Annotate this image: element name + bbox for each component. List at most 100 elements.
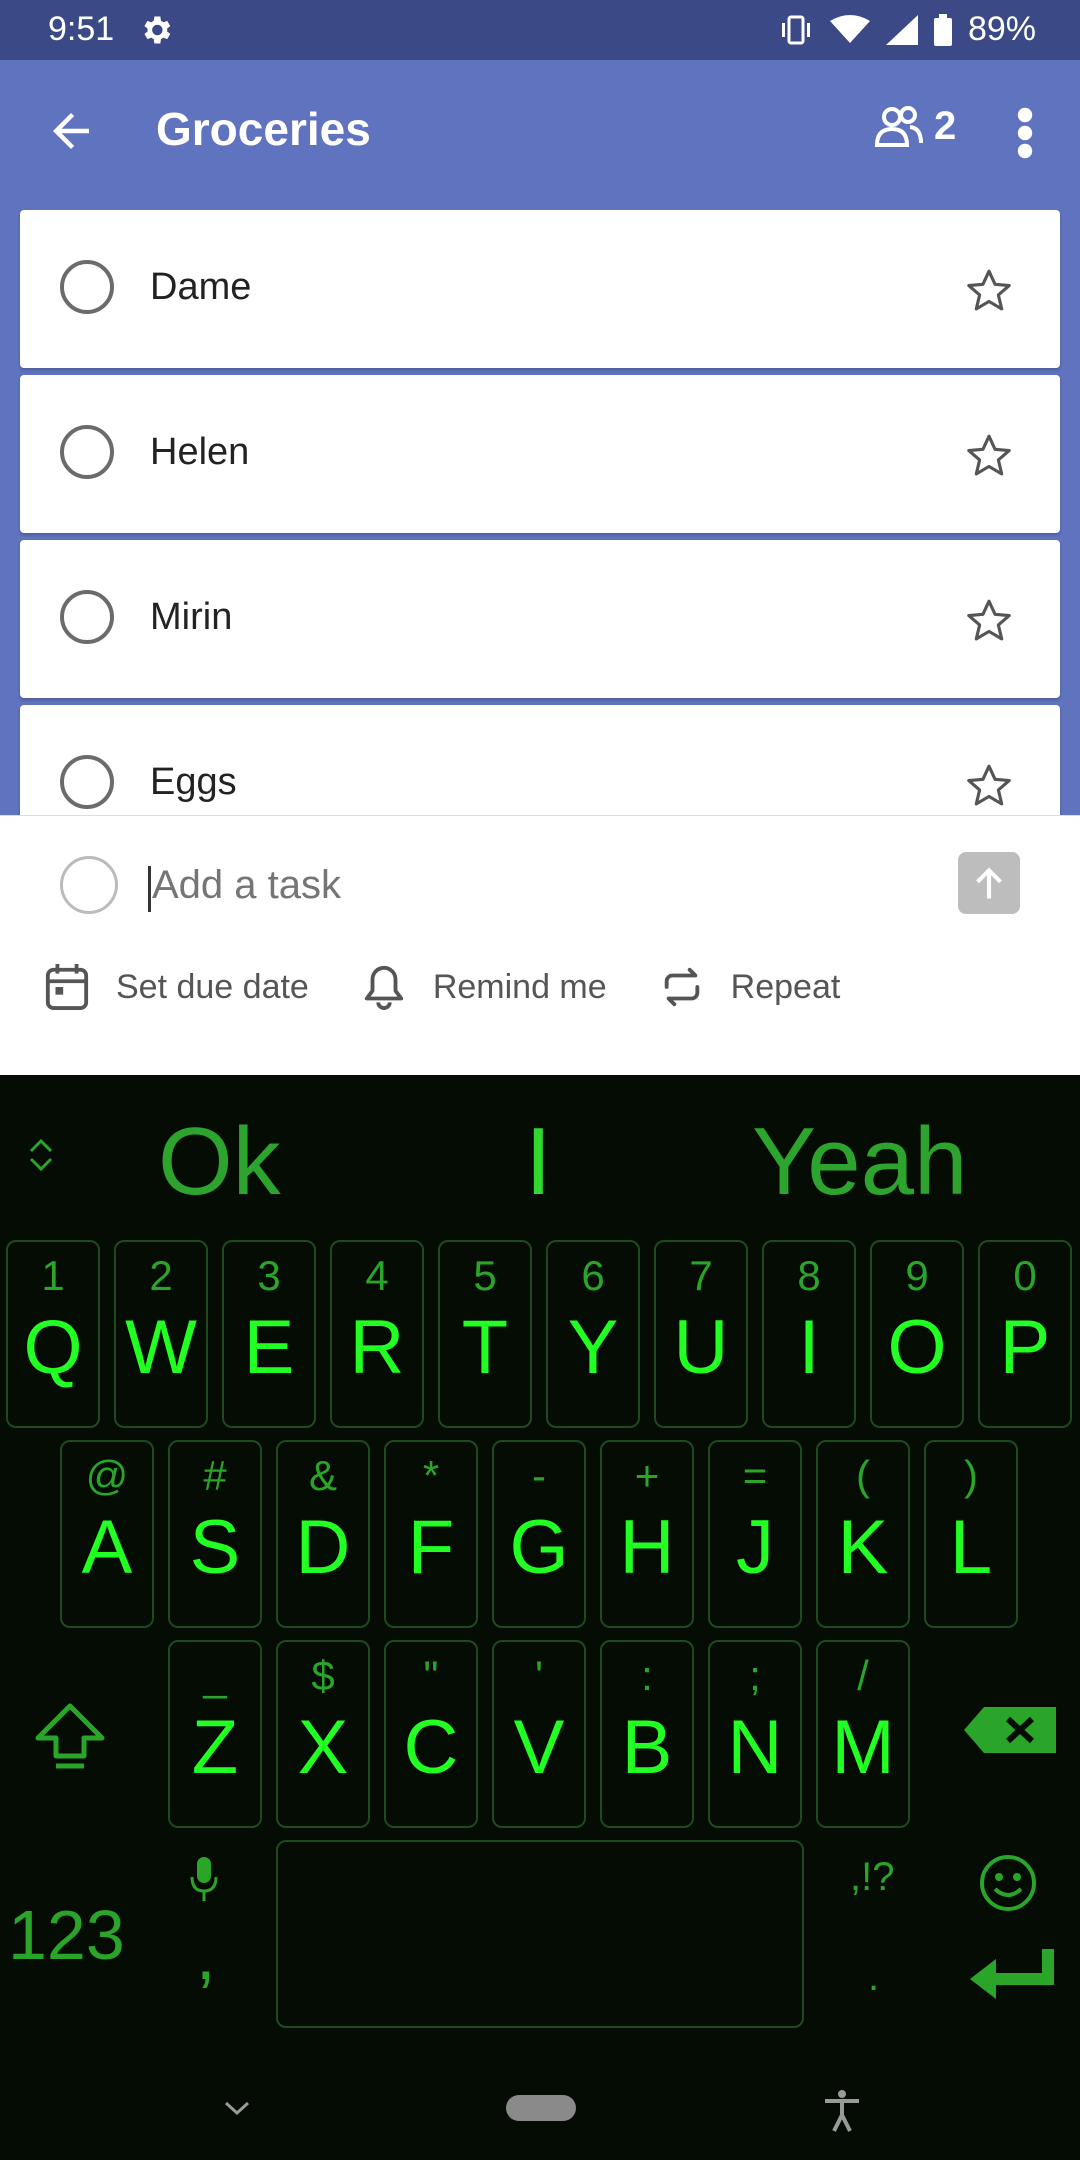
task-label: Helen (150, 431, 250, 473)
key-x[interactable]: $ X (276, 1640, 370, 1828)
key-y[interactable]: 6Y (546, 1240, 640, 1428)
key-sub: / (857, 1652, 869, 1699)
set-due-date-label: Set due date (116, 967, 309, 1006)
hide-keyboard-chevron-icon[interactable] (222, 2097, 252, 2119)
suggestion-strip: Ok I Yeah (0, 1075, 1080, 1230)
key-i[interactable]: 8I (762, 1240, 856, 1428)
key-main: W (125, 1305, 197, 1390)
task-row[interactable]: Mirin (20, 540, 1060, 698)
settings-gear-icon (144, 16, 171, 44)
complete-checkbox[interactable] (60, 425, 114, 479)
enter-icon[interactable] (966, 1945, 1056, 2005)
back-arrow-icon[interactable] (44, 104, 98, 158)
key-o[interactable]: 9O (870, 1240, 964, 1428)
bell-icon (364, 965, 403, 1010)
key-main: N (727, 1705, 783, 1790)
key-sub: : (641, 1652, 653, 1699)
remind-me-button[interactable]: Remind me (361, 962, 607, 1012)
submit-task-button[interactable] (958, 852, 1020, 914)
period-key[interactable]: . (868, 1955, 879, 2000)
task-list: Dame Helen Mirin Eggs (0, 200, 1080, 815)
people-icon (874, 105, 923, 147)
punctuation-key[interactable]: ,!? (850, 1855, 894, 1900)
key-main: V (513, 1705, 565, 1790)
key-e[interactable]: 3E (222, 1240, 316, 1428)
key-n[interactable]: ; N (708, 1640, 802, 1828)
key-q[interactable]: 1Q (6, 1240, 100, 1428)
star-icon[interactable] (964, 761, 1014, 811)
more-options-icon[interactable] (1010, 106, 1040, 160)
key-main: B (621, 1705, 673, 1790)
key-main: A (81, 1505, 133, 1590)
wifi-icon (829, 14, 870, 43)
set-due-date-button[interactable]: Set due date (44, 962, 309, 1012)
key-main: M (831, 1705, 895, 1790)
task-label: Dame (150, 266, 252, 308)
accessibility-icon[interactable] (822, 2089, 862, 2133)
key-k[interactable]: (K (816, 1440, 910, 1628)
key-z[interactable]: _ Z (168, 1640, 262, 1828)
task-row[interactable]: Eggs (20, 705, 1060, 815)
task-row[interactable]: Helen (20, 375, 1060, 533)
key-main: G (509, 1505, 569, 1590)
add-task-input[interactable] (150, 862, 914, 909)
key-b[interactable]: :B (600, 1640, 694, 1828)
star-icon[interactable] (964, 266, 1014, 316)
key-sub: ) (964, 1452, 978, 1499)
page-title: Groceries (156, 103, 371, 155)
key-l[interactable]: ) L (924, 1440, 1018, 1628)
suggestion-middle[interactable]: I (525, 1107, 552, 1217)
home-pill[interactable] (506, 2095, 576, 2121)
repeat-button[interactable]: Repeat (659, 965, 841, 1009)
key-d[interactable]: & D (276, 1440, 370, 1628)
key-sub: ; (749, 1652, 761, 1699)
space-bar[interactable] (276, 1840, 804, 2028)
suggestion-right[interactable]: Yeah (752, 1107, 967, 1217)
keyboard: Ok I Yeah 1Q 2W 3E 4R 5T 6Y 7U 8I 9O 0P … (0, 1075, 1080, 2160)
complete-checkbox[interactable] (60, 755, 114, 809)
microphone-icon[interactable] (190, 1855, 218, 1903)
numbers-key[interactable]: 123 (8, 1895, 125, 1975)
key-v[interactable]: ' V (492, 1640, 586, 1828)
vibrate-icon (781, 15, 810, 44)
complete-checkbox[interactable] (60, 260, 114, 314)
key-w[interactable]: 2W (114, 1240, 208, 1428)
key-f[interactable]: * F (384, 1440, 478, 1628)
key-g[interactable]: -G (492, 1440, 586, 1628)
shift-icon[interactable] (30, 1700, 110, 1770)
repeat-label: Repeat (730, 967, 841, 1006)
key-sub: 8 (797, 1252, 821, 1299)
star-icon[interactable] (964, 431, 1014, 481)
key-sub: _ (203, 1652, 227, 1699)
key-u[interactable]: 7U (654, 1240, 748, 1428)
key-main: T (461, 1305, 509, 1390)
key-main: P (999, 1305, 1051, 1390)
expand-toggle-icon[interactable] (26, 1135, 56, 1175)
key-m[interactable]: / M (816, 1640, 910, 1828)
key-j[interactable]: = J (708, 1440, 802, 1628)
complete-checkbox[interactable] (60, 590, 114, 644)
arrow-up-icon (976, 867, 1002, 899)
key-main: I (798, 1305, 820, 1390)
key-p[interactable]: 0P (978, 1240, 1072, 1428)
comma-key[interactable]: , (196, 1915, 215, 1995)
key-h[interactable]: + H (600, 1440, 694, 1628)
suggestion-left[interactable]: Ok (158, 1107, 281, 1217)
emoji-icon[interactable] (978, 1853, 1038, 1913)
status-bar: 9:51 89% (0, 0, 1080, 60)
backspace-icon[interactable] (962, 1705, 1058, 1755)
key-s[interactable]: # S (168, 1440, 262, 1628)
share-members-button[interactable]: 2 (874, 104, 956, 149)
key-main: Q (23, 1305, 83, 1390)
key-main: Z (191, 1705, 239, 1790)
key-a[interactable]: @ A (60, 1440, 154, 1628)
key-sub: 7 (689, 1252, 713, 1299)
key-r[interactable]: 4R (330, 1240, 424, 1428)
key-sub: @ (85, 1452, 129, 1499)
navigation-bar (0, 2075, 1080, 2160)
key-c[interactable]: " C (384, 1640, 478, 1828)
key-t[interactable]: 5T (438, 1240, 532, 1428)
star-icon[interactable] (964, 596, 1014, 646)
key-sub: 4 (365, 1252, 389, 1299)
task-row[interactable]: Dame (20, 210, 1060, 368)
